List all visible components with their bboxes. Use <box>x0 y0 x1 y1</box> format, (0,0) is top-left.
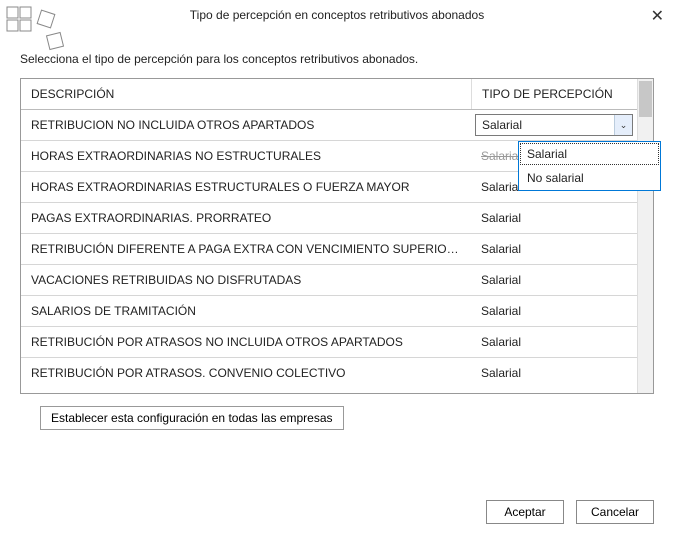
cancel-button[interactable]: Cancelar <box>576 500 654 524</box>
cell-type: Salarial <box>471 203 637 233</box>
table-row: RETRIBUCIÓN POR ATRASOS. CONVENIO COLECT… <box>21 358 637 388</box>
cell-description: VACACIONES RETRIBUIDAS NO DISFRUTADAS <box>21 265 471 295</box>
table-row: SALARIOS DE TRAMITACIÓN Salarial <box>21 296 637 327</box>
dropdown-option[interactable]: No salarial <box>519 166 660 190</box>
table-row: RETRIBUCIÓN DIFERENTE A PAGA EXTRA CON V… <box>21 234 637 265</box>
col-description: DESCRIPCIÓN <box>21 79 471 109</box>
cell-type: Salarial <box>481 149 521 163</box>
cell-description: SALARIOS DE TRAMITACIÓN <box>21 296 471 326</box>
cell-description: RETRIBUCION NO INCLUIDA OTROS APARTADOS <box>21 110 471 140</box>
table-row: VACACIONES RETRIBUIDAS NO DISFRUTADAS Sa… <box>21 265 637 296</box>
cell-type: Salarial <box>471 296 637 326</box>
scrollbar-thumb[interactable] <box>639 81 652 117</box>
table-row: RETRIBUCIÓN POR ATRASOS NO INCLUIDA OTRO… <box>21 327 637 358</box>
cell-description: HORAS EXTRAORDINARIAS ESTRUCTURALES O FU… <box>21 172 471 202</box>
scrollbar[interactable] <box>637 79 653 393</box>
cell-description: RETRIBUCIÓN POR ATRASOS NO INCLUIDA OTRO… <box>21 327 471 357</box>
concepts-table: DESCRIPCIÓN TIPO DE PERCEPCIÓN RETRIBUCI… <box>20 78 654 394</box>
cell-type: Salarial <box>471 234 637 264</box>
cell-type: Salarial <box>471 265 637 295</box>
table-header-row: DESCRIPCIÓN TIPO DE PERCEPCIÓN <box>21 79 637 110</box>
combobox-value: Salarial <box>476 118 614 132</box>
col-type: TIPO DE PERCEPCIÓN <box>471 79 637 109</box>
cell-description: RETRIBUCIÓN DIFERENTE A PAGA EXTRA CON V… <box>21 234 471 264</box>
cell-type: Salarial <box>471 358 637 388</box>
table-row: RETRIBUCION NO INCLUIDA OTROS APARTADOS … <box>21 110 637 141</box>
table-row: PAGAS EXTRAORDINARIAS. PRORRATEO Salaria… <box>21 203 637 234</box>
cell-description: HORAS EXTRAORDINARIAS NO ESTRUCTURALES <box>21 141 471 171</box>
dialog-title: Tipo de percepción en conceptos retribut… <box>0 0 674 22</box>
apply-all-companies-button[interactable]: Establecer esta configuración en todas l… <box>40 406 344 430</box>
type-combobox[interactable]: Salarial ⌄ <box>475 114 633 136</box>
decor-icon <box>4 4 74 64</box>
cell-description: RETRIBUCIÓN POR ATRASOS. CONVENIO COLECT… <box>21 358 471 388</box>
cell-type: Salarial <box>471 327 637 357</box>
chevron-down-icon[interactable]: ⌄ <box>614 115 632 135</box>
close-icon[interactable]: ✕ <box>651 6 664 26</box>
accept-button[interactable]: Aceptar <box>486 500 564 524</box>
cell-description: PAGAS EXTRAORDINARIAS. PRORRATEO <box>21 203 471 233</box>
dropdown-option[interactable]: Salarial <box>519 142 660 166</box>
type-dropdown[interactable]: Salarial No salarial <box>518 141 661 191</box>
dialog-subtitle: Selecciona el tipo de percepción para lo… <box>0 22 674 78</box>
